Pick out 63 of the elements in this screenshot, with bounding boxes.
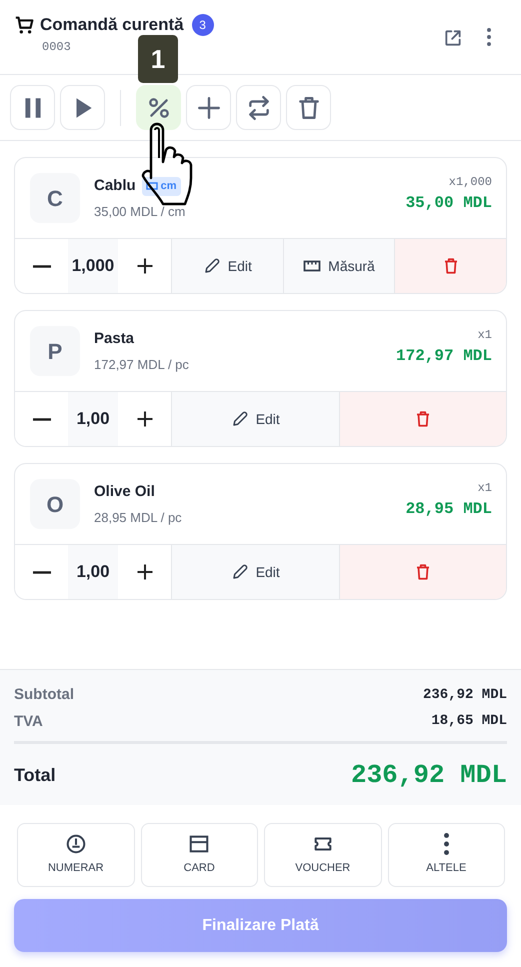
item-total: 35,00 MDL: [406, 193, 492, 214]
minus-icon: [32, 570, 50, 574]
header-title: Comandă curentă: [40, 14, 184, 36]
swap-button[interactable]: [236, 85, 281, 130]
summary-label: TVA: [14, 712, 43, 732]
pencil-icon: [230, 410, 249, 428]
cart-icon: [14, 14, 36, 36]
item-avatar: P: [30, 326, 80, 376]
item-name: Pasta: [94, 329, 134, 349]
pencil-icon: [230, 563, 249, 581]
edit-button[interactable]: Edit: [171, 239, 283, 293]
unit-price: 35,00 MDL / cm: [94, 202, 186, 220]
ruler-icon: [146, 180, 158, 192]
play-button[interactable]: [60, 85, 105, 130]
plus-icon: [134, 562, 154, 582]
delete-button[interactable]: [338, 545, 506, 599]
unit-badge: cm: [142, 177, 181, 196]
minus-icon: [32, 418, 50, 420]
measure-button[interactable]: Măsură: [282, 239, 394, 293]
edit-button[interactable]: Edit: [171, 392, 338, 446]
count-badge: 3: [192, 14, 214, 36]
payment-method-button[interactable]: VOUCHER: [264, 823, 382, 887]
more-icon: [444, 833, 449, 856]
payment-method-button[interactable]: ALTELE: [388, 823, 505, 887]
edit-button[interactable]: Edit: [171, 545, 338, 599]
pencil-icon: [202, 257, 221, 275]
item-avatar: C: [30, 173, 80, 223]
quantity-value: 1,00: [68, 545, 118, 599]
pause-button[interactable]: [10, 85, 55, 130]
plus-icon: [134, 409, 154, 429]
more-icon[interactable]: [487, 28, 491, 46]
quantity-multiplier: x1: [476, 480, 492, 497]
item-avatar: O: [30, 479, 80, 529]
quantity-value: 1,000: [68, 239, 118, 293]
quantity-multiplier: x1,000: [448, 174, 492, 191]
summary-value: 236,92 MDL: [422, 686, 507, 705]
summary-value: 18,65 MDL: [431, 712, 507, 732]
external-link-icon[interactable]: [443, 28, 463, 48]
order-number: 0003: [42, 38, 72, 56]
cash-icon: [64, 833, 87, 856]
unit-price: 172,97 MDL / pc: [94, 356, 190, 374]
delete-button[interactable]: [394, 239, 506, 293]
quantity-multiplier: x1: [476, 327, 492, 344]
unit-price: 28,95 MDL / pc: [94, 508, 183, 527]
quantity-value: 1,00: [68, 392, 118, 446]
tutorial-step-marker: 1: [138, 35, 178, 83]
total-label: Total: [14, 764, 56, 787]
minus-icon: [32, 264, 50, 268]
item-total: 28,95 MDL: [406, 499, 492, 520]
summary-label: Subtotal: [14, 685, 74, 705]
total-value: 236,92 MDL: [350, 759, 507, 792]
percent-button[interactable]: [136, 85, 181, 130]
item-name: Cablu: [94, 176, 136, 196]
payment-method-button[interactable]: CARD: [140, 823, 258, 887]
card-icon: [188, 833, 210, 856]
item-name: Olive Oil: [94, 482, 155, 502]
delete-button[interactable]: [338, 392, 506, 446]
plus-button[interactable]: [186, 85, 231, 130]
payment-method-button[interactable]: NUMERAR: [17, 823, 134, 887]
item-total: 172,97 MDL: [396, 346, 492, 367]
plus-icon: [134, 256, 154, 276]
plus-icon: [196, 94, 222, 120]
trash-button[interactable]: [286, 85, 331, 130]
